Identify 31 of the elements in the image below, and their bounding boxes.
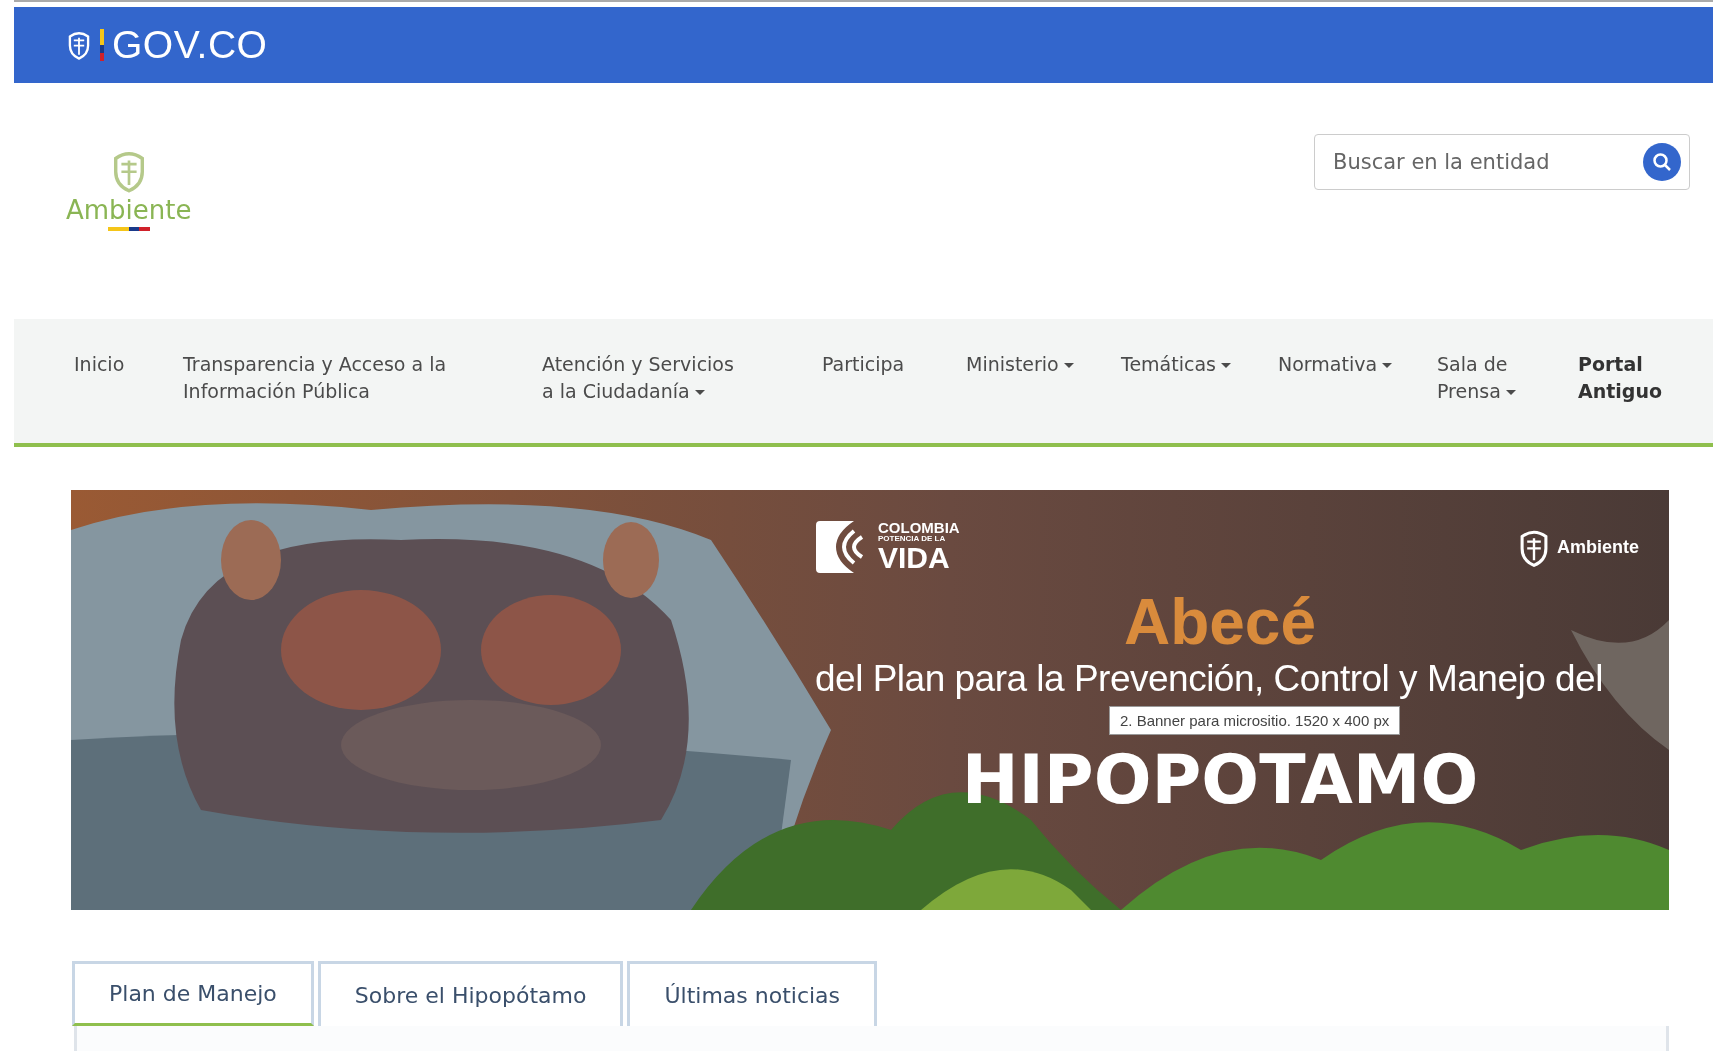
caret-icon xyxy=(1220,363,1231,368)
banner-title: Abecé xyxy=(1123,585,1317,659)
tab[interactable]: Últimas noticias xyxy=(627,961,878,1026)
caret-icon xyxy=(1505,390,1516,395)
ministry-text: Ambiente xyxy=(1557,537,1639,559)
tab[interactable]: Sobre el Hipopótamo xyxy=(317,961,624,1026)
nav-link[interactable]: Portal Antiguo xyxy=(1578,351,1662,405)
nav-link[interactable]: Temáticas xyxy=(1121,351,1231,378)
tooltip: 2. Banner para micrositio. 1520 x 400 px xyxy=(1109,706,1401,735)
caret-icon xyxy=(1063,363,1074,368)
nav-link[interactable]: Atención y Servicios a la Ciudadanía xyxy=(542,351,734,405)
search-field[interactable]: Buscar en la entidad xyxy=(1314,134,1690,190)
gov-logo[interactable]: GOV.CO xyxy=(112,23,268,67)
flag-stripe-icon xyxy=(100,29,104,61)
caret-icon xyxy=(694,390,705,395)
caret-icon xyxy=(1382,363,1393,368)
brand-text: POTENCIA DE LA xyxy=(878,535,947,543)
nav-link[interactable]: Sala de Prensa xyxy=(1437,351,1516,405)
nav-link[interactable]: Ministerio xyxy=(966,351,1074,378)
search-button[interactable] xyxy=(1643,143,1681,181)
brand-text: VIDA xyxy=(878,543,951,573)
nav-link[interactable]: Normativa xyxy=(1278,351,1393,378)
nav-link[interactable]: Inicio xyxy=(74,351,125,378)
flag-stripe-icon xyxy=(107,226,150,231)
nav-link[interactable]: Transparencia y Acceso a la Información Pública xyxy=(183,351,447,405)
shield-icon xyxy=(66,30,92,60)
banner-subtitle: del Plan para la Prevención, Control y Manejo del xyxy=(815,658,1603,700)
tab[interactable]: Plan de Manejo xyxy=(72,961,314,1026)
brand-text: COLOMBIA xyxy=(878,520,960,535)
nav-link[interactable]: Participa xyxy=(822,351,905,378)
banner-headline: HIPOPOTAMO xyxy=(961,740,1479,819)
